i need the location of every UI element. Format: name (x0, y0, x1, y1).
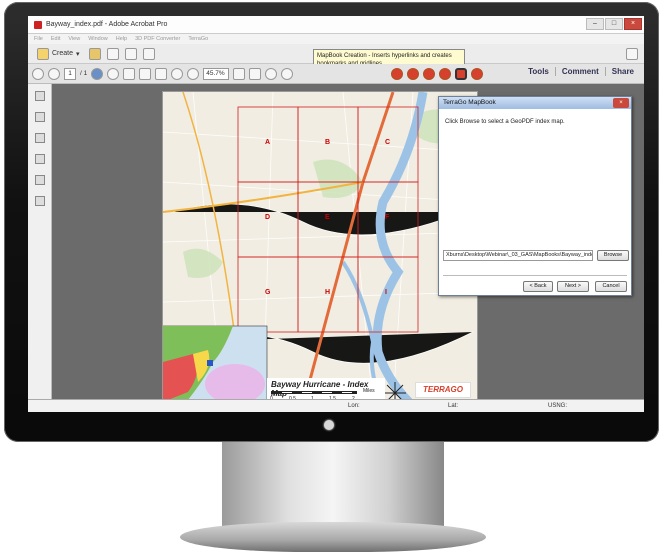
lon-label: Lon: (348, 403, 360, 409)
grid-label-c: C (385, 139, 390, 146)
inset-map (163, 325, 268, 404)
last-page-icon[interactable] (107, 67, 120, 80)
dialog-separator (443, 275, 627, 276)
scale-unit: Miles (363, 388, 375, 394)
grid-label-a: A (265, 139, 270, 146)
zoom-level-input[interactable]: 45.7% (203, 67, 230, 80)
menu-item-window[interactable]: Window (88, 36, 108, 42)
dialog-body: Click Browse to select a GeoPDF index ma… (439, 109, 631, 295)
grid-label-g: G (265, 289, 271, 296)
open-icon[interactable] (88, 47, 101, 60)
create-label: Create (52, 50, 74, 57)
terrago-tool-1-icon[interactable] (391, 67, 404, 80)
dialog-titlebar: TerraGo MapBook × (439, 97, 631, 109)
layers-icon[interactable] (34, 154, 45, 164)
fit-page-icon[interactable] (249, 67, 262, 80)
zoom-out-icon[interactable] (171, 67, 184, 80)
model-tree-icon[interactable] (34, 196, 45, 206)
window-title: Bayway_index.pdf - Adobe Acrobat Pro (46, 21, 168, 28)
email-icon[interactable] (142, 47, 155, 60)
terrago-tool-6-icon[interactable] (471, 67, 484, 80)
grid-label-f: F (385, 214, 390, 221)
save-icon[interactable] (106, 47, 119, 60)
next-button[interactable]: Next > (557, 281, 589, 292)
navigation-pane (28, 84, 52, 412)
task-links: Tools Comment Share (522, 67, 640, 76)
terrago-tool-4-icon[interactable] (439, 67, 452, 80)
page-down-icon[interactable] (48, 67, 60, 80)
attachments-icon[interactable] (34, 133, 45, 143)
menu-bar: File Edit View Window Help 3D PDF Conver… (28, 34, 644, 44)
dialog-instruction: Click Browse to select a GeoPDF index ma… (445, 119, 565, 125)
tools-link[interactable]: Tools (522, 67, 555, 76)
status-bar: Lon: Lat: USNG: (28, 399, 644, 412)
monitor-bezel: Bayway_index.pdf - Adobe Acrobat Pro – □… (4, 2, 659, 442)
browse-button[interactable]: Browse (597, 250, 629, 261)
grid-label-i: I (385, 289, 387, 296)
terrago-tool-2-icon[interactable] (407, 67, 420, 80)
maximize-button[interactable]: □ (605, 18, 623, 30)
close-button[interactable]: × (624, 18, 642, 30)
lat-label: Lat: (448, 403, 459, 409)
menu-item-terrago[interactable]: TerraGo (188, 36, 208, 42)
menu-item-help[interactable]: Help (116, 36, 127, 42)
geo-location-icon[interactable] (265, 67, 278, 80)
comment-link[interactable]: Comment (554, 67, 605, 76)
map-graphic: A B C D E F G H I (163, 92, 477, 404)
terrago-mapbook-dialog: TerraGo MapBook × Click Browse to select… (438, 96, 632, 296)
grid-label-e: E (325, 214, 330, 221)
menu-item-3d-pdf[interactable]: 3D PDF Converter (135, 36, 180, 42)
mapbook-creation-icon[interactable] (455, 67, 468, 80)
dialog-title: TerraGo MapBook (443, 99, 496, 106)
geo-tools-icon[interactable] (34, 175, 45, 185)
grid-label-b: B (325, 139, 330, 146)
usng-label: USNG: (548, 403, 568, 409)
select-tool-icon[interactable] (123, 67, 136, 80)
zoom-in-icon[interactable] (187, 67, 200, 80)
geo-mark-icon[interactable] (281, 67, 294, 80)
index-map-path-input[interactable]: Xburns\Desktop\Webinar\_03_GAS\MapBooks\… (443, 250, 593, 261)
dialog-close-button[interactable]: × (613, 98, 629, 108)
scale-bar (271, 391, 357, 394)
menu-item-edit[interactable]: Edit (51, 36, 60, 42)
monitor-stand-neck (222, 442, 444, 526)
index-map[interactable]: A B C D E F G H I Bayway Hurricane - Ind… (162, 91, 478, 405)
create-button[interactable]: Create ▾ (34, 47, 83, 60)
monitor-stand-base (180, 522, 486, 552)
page-up-icon[interactable] (32, 67, 44, 80)
minimize-button[interactable]: – (586, 18, 604, 30)
create-icon (37, 47, 49, 60)
first-page-icon[interactable] (91, 67, 104, 80)
grid-label-h: H (325, 289, 330, 296)
marquee-zoom-icon[interactable] (155, 67, 168, 80)
expand-icon[interactable] (626, 47, 638, 60)
menu-item-file[interactable]: File (34, 36, 43, 42)
grid-label-d: D (265, 214, 270, 221)
cancel-button[interactable]: Cancel (595, 281, 627, 292)
share-link[interactable]: Share (604, 67, 640, 76)
window-titlebar: Bayway_index.pdf - Adobe Acrobat Pro – □… (28, 16, 644, 34)
back-button[interactable]: < Back (523, 281, 553, 292)
menu-item-view[interactable]: View (68, 36, 80, 42)
chevron-down-icon: ▾ (76, 50, 80, 58)
print-icon[interactable] (124, 47, 137, 60)
screen: Bayway_index.pdf - Adobe Acrobat Pro – □… (28, 16, 644, 412)
app-icon (34, 20, 42, 29)
page-total: / 1 (80, 70, 88, 77)
page-number-input[interactable]: 1 (64, 67, 76, 80)
bookmarks-icon[interactable] (34, 112, 45, 122)
terrago-logo: TERRAGO (415, 382, 471, 398)
pages-icon[interactable] (34, 91, 45, 101)
fit-width-icon[interactable] (233, 67, 246, 80)
terrago-tool-3-icon[interactable] (423, 67, 436, 80)
hand-tool-icon[interactable] (139, 67, 152, 80)
webcam (324, 420, 334, 430)
